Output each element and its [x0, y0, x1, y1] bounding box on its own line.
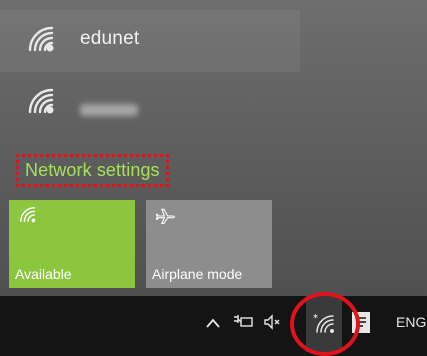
power-plug-icon[interactable]: [232, 314, 254, 330]
wifi-icon: [28, 88, 54, 114]
chevron-up-icon[interactable]: [206, 318, 220, 328]
taskbar: * ENG: [0, 296, 427, 356]
network-item-edunet[interactable]: edunet: [0, 10, 300, 72]
tile-label: Airplane mode: [152, 266, 243, 282]
wifi-icon: [20, 207, 36, 223]
tile-label: Available: [15, 266, 72, 282]
airplane-icon: [156, 208, 175, 225]
airplane-mode-tile[interactable]: Airplane mode: [146, 200, 272, 288]
obscured-network-name: [80, 104, 138, 116]
language-indicator[interactable]: ENG: [396, 314, 426, 330]
speaker-muted-icon[interactable]: [263, 314, 283, 330]
wifi-toggle-tile[interactable]: Available: [9, 200, 135, 288]
highlight-annotation-circle: [290, 292, 360, 356]
network-name: edunet: [80, 28, 140, 49]
network-settings-link[interactable]: Network settings: [16, 154, 169, 187]
wifi-icon: [28, 26, 54, 52]
network-item-hidden[interactable]: [0, 72, 300, 134]
